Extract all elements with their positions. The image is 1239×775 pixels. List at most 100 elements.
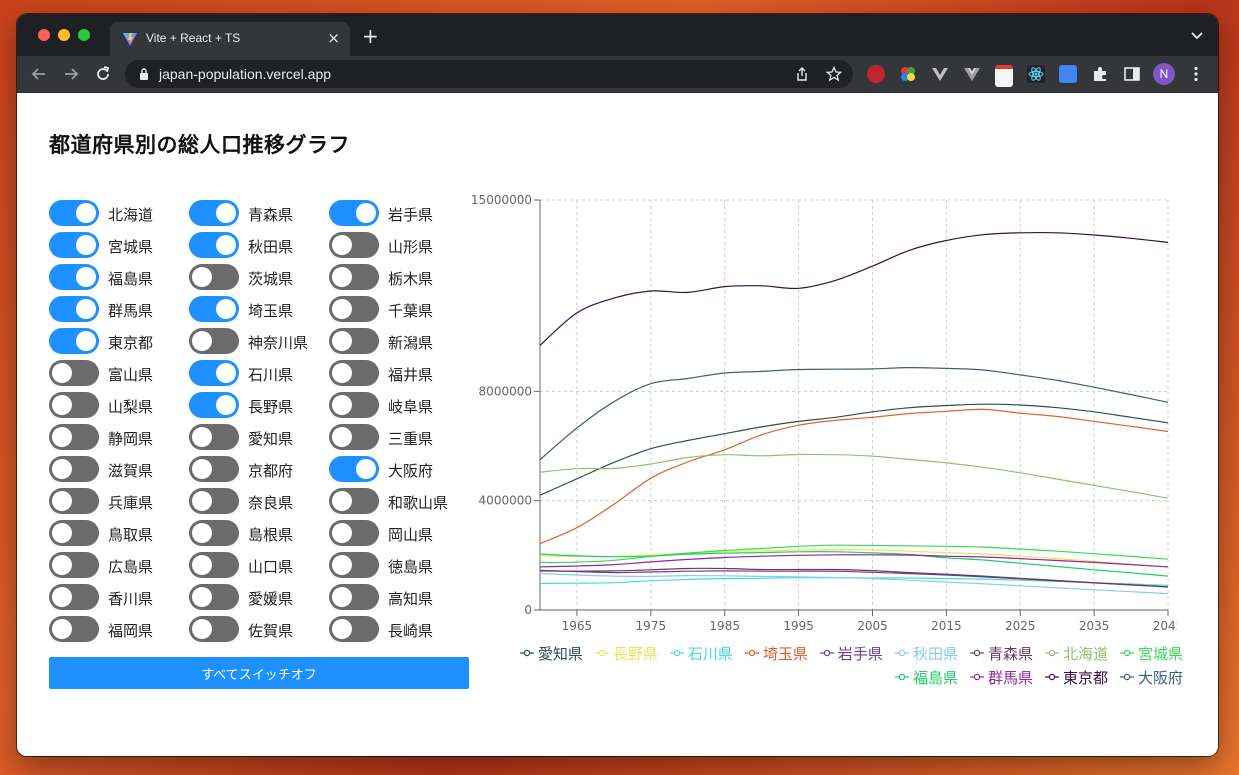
toggle-switch[interactable] <box>329 552 379 578</box>
tab-close-icon[interactable]: × <box>327 29 340 47</box>
legend-item[interactable]: 長野県 <box>594 643 658 664</box>
toggle-switch[interactable] <box>329 616 379 642</box>
legend-item[interactable]: 宮城県 <box>1119 643 1183 664</box>
legend-item[interactable]: 青森県 <box>969 643 1033 664</box>
toggle-switch[interactable] <box>49 392 99 418</box>
toggle-switch[interactable] <box>49 200 99 226</box>
prefecture-label: 島根県 <box>248 526 294 544</box>
toggle-switch[interactable] <box>329 328 379 354</box>
toggle-switch[interactable] <box>49 232 99 258</box>
toggle-switch[interactable] <box>189 456 239 482</box>
notes-extension-icon[interactable] <box>995 65 1013 87</box>
legend-line-marker-icon <box>744 649 759 657</box>
toggle-switch[interactable] <box>329 392 379 418</box>
toggle-switch[interactable] <box>189 232 239 258</box>
legend-item[interactable]: 秋田県 <box>894 643 958 664</box>
chevron-down-icon[interactable] <box>1190 28 1204 42</box>
prefecture-label: 大阪府 <box>388 462 434 480</box>
side-panel-icon[interactable] <box>1123 65 1141 83</box>
legend-item[interactable]: 大阪府 <box>1119 667 1183 688</box>
toggle-switch[interactable] <box>49 360 99 386</box>
toggle-switch[interactable] <box>49 552 99 578</box>
prefecture-label: 福島県 <box>108 270 154 288</box>
toggle-switch[interactable] <box>329 584 379 610</box>
legend-item[interactable]: 愛知県 <box>519 643 583 664</box>
toggle-switch[interactable] <box>49 488 99 514</box>
lock-icon[interactable] <box>139 68 149 80</box>
toggle-switch[interactable] <box>49 520 99 546</box>
profile-avatar[interactable]: N <box>1153 63 1175 85</box>
forward-arrow-icon[interactable] <box>62 65 80 83</box>
toggle-knob <box>192 555 212 575</box>
new-tab-button[interactable]: + <box>362 26 379 46</box>
toggle-switch[interactable] <box>189 520 239 546</box>
bookmark-star-icon[interactable] <box>826 66 842 82</box>
translate-extension-icon[interactable] <box>1059 65 1077 83</box>
reload-icon[interactable] <box>94 65 112 83</box>
page-title: 都道府県別の総人口推移グラフ <box>49 133 350 157</box>
browser-tab[interactable]: Vite + React + TS × <box>110 22 350 56</box>
legend-item[interactable]: 北海道 <box>1044 643 1108 664</box>
toggle-switch[interactable] <box>49 264 99 290</box>
toggle-switch[interactable] <box>329 296 379 322</box>
prefecture-label: 広島県 <box>108 558 154 576</box>
toggle-knob <box>52 427 72 447</box>
prefecture-label: 佐賀県 <box>248 622 294 640</box>
url-text[interactable]: japan-population.vercel.app <box>159 66 331 82</box>
toggle-switch[interactable] <box>49 296 99 322</box>
toggle-switch[interactable] <box>329 264 379 290</box>
toggle-switch[interactable] <box>189 392 239 418</box>
toggle-switch[interactable] <box>49 616 99 642</box>
legend-line-marker-icon <box>669 649 684 657</box>
address-bar[interactable]: japan-population.vercel.app <box>125 60 853 88</box>
all-switch-off-button[interactable]: すべてスイッチオフ <box>49 657 469 689</box>
legend-item[interactable]: 石川県 <box>669 643 733 664</box>
toggle-switch[interactable] <box>329 200 379 226</box>
toggle-switch[interactable] <box>189 264 239 290</box>
toggle-switch[interactable] <box>189 296 239 322</box>
color-picker-extension-icon[interactable] <box>899 65 917 83</box>
toggle-knob <box>216 299 236 319</box>
toggle-knob <box>76 267 96 287</box>
legend-item[interactable]: 岩手県 <box>819 643 883 664</box>
toggle-switch[interactable] <box>49 584 99 610</box>
vue-devtools-extension-icon[interactable] <box>931 65 949 83</box>
back-arrow-icon[interactable] <box>30 65 48 83</box>
toggle-switch[interactable] <box>189 424 239 450</box>
toggle-switch[interactable] <box>189 200 239 226</box>
legend-line-marker-icon <box>1044 673 1059 681</box>
toggle-switch[interactable] <box>189 584 239 610</box>
zoom-window-button[interactable] <box>78 29 90 41</box>
legend-item[interactable]: 埼玉県 <box>744 643 808 664</box>
toggle-switch[interactable] <box>189 616 239 642</box>
more-menu-icon[interactable] <box>1187 65 1205 83</box>
legend-item[interactable]: 東京都 <box>1044 667 1108 688</box>
toggle-switch[interactable] <box>189 328 239 354</box>
toggle-switch[interactable] <box>189 360 239 386</box>
share-icon[interactable] <box>794 66 810 82</box>
legend-item[interactable]: 群馬県 <box>969 667 1033 688</box>
toggle-switch[interactable] <box>329 520 379 546</box>
close-window-button[interactable] <box>38 29 50 41</box>
toggle-knob <box>192 267 212 287</box>
toggle-switch[interactable] <box>49 424 99 450</box>
toggle-switch[interactable] <box>329 360 379 386</box>
toggle-knob <box>192 491 212 511</box>
toggle-switch[interactable] <box>49 456 99 482</box>
react-devtools-extension-icon[interactable] <box>1027 65 1045 83</box>
toggle-switch[interactable] <box>189 488 239 514</box>
vuejs-extension-icon[interactable] <box>963 65 981 83</box>
minimize-window-button[interactable] <box>58 29 70 41</box>
toggle-switch[interactable] <box>329 488 379 514</box>
puzzle-extensions-icon[interactable] <box>1091 65 1109 83</box>
toggle-switch[interactable] <box>329 456 379 482</box>
toggle-switch[interactable] <box>329 424 379 450</box>
legend-label: 岩手県 <box>837 644 883 663</box>
ublock-extension-icon[interactable] <box>867 65 885 83</box>
legend-item[interactable]: 福島県 <box>894 667 958 688</box>
toggle-switch[interactable] <box>49 328 99 354</box>
toggle-switch[interactable] <box>329 232 379 258</box>
prefecture-label: 長崎県 <box>388 622 434 640</box>
toggle-knob <box>192 459 212 479</box>
toggle-switch[interactable] <box>189 552 239 578</box>
